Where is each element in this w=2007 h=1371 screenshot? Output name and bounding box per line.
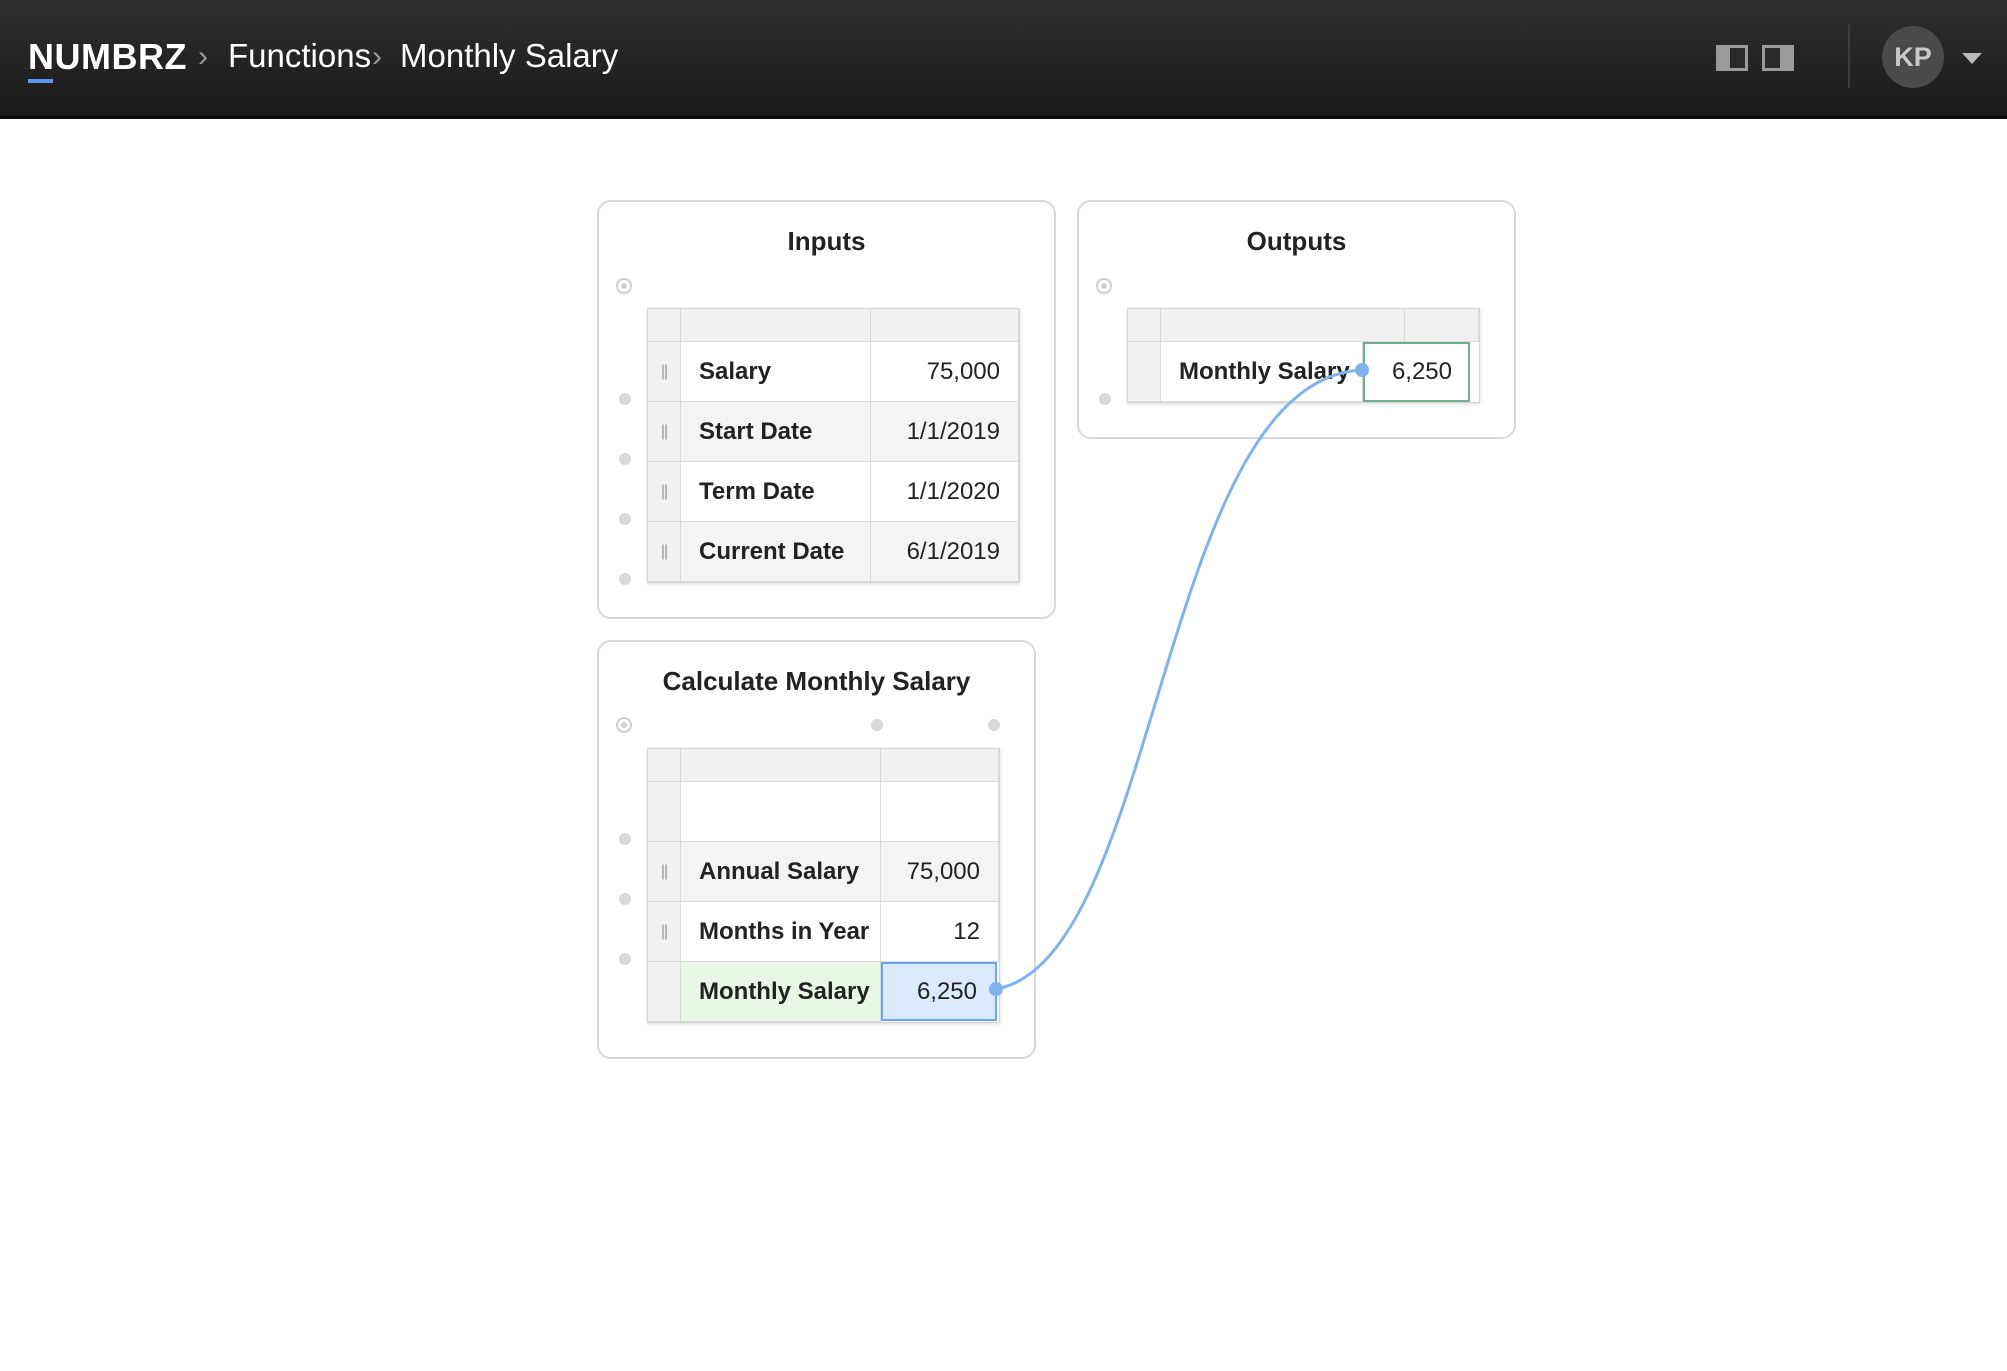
input-label-cell[interactable]: Salary xyxy=(681,342,871,402)
corner-header xyxy=(1128,309,1161,342)
row-connector[interactable] xyxy=(619,513,631,525)
calc-value-cell[interactable]: 12 xyxy=(881,902,999,962)
user-avatar[interactable]: KP xyxy=(1882,26,1944,88)
drag-handle-icon[interactable]: || xyxy=(648,522,681,582)
layout-left-panel-icon[interactable] xyxy=(1716,45,1748,71)
calculate-block[interactable]: Calculate Monthly Salary || Annual Salar… xyxy=(597,640,1036,1059)
drag-handle-icon[interactable]: || xyxy=(648,842,681,902)
row-connector[interactable] xyxy=(1099,393,1111,405)
column-header[interactable] xyxy=(681,749,881,782)
input-label-cell[interactable]: Term Date xyxy=(681,462,871,522)
input-value-cell[interactable]: 1/1/2020 xyxy=(871,462,1019,522)
input-label-cell[interactable]: Current Date xyxy=(681,522,871,582)
breadcrumb-functions[interactable]: Functions xyxy=(228,37,371,75)
calc-value-cell[interactable] xyxy=(881,782,999,842)
row-connector[interactable] xyxy=(619,393,631,405)
caret-down-icon[interactable] xyxy=(1962,53,1982,64)
column-header[interactable] xyxy=(1405,309,1479,342)
drag-handle-icon[interactable]: || xyxy=(648,342,681,402)
calc-label-cell[interactable]: Annual Salary xyxy=(681,842,881,902)
drag-handle-icon[interactable]: || xyxy=(648,462,681,522)
calc-value-cell[interactable]: 75,000 xyxy=(881,842,999,902)
block-title: Outputs xyxy=(1246,226,1347,256)
result-label-cell[interactable]: Monthly Salary xyxy=(681,962,881,1022)
outputs-block[interactable]: Outputs Monthly Salary 6,250 xyxy=(1077,200,1516,439)
toolbar-divider xyxy=(1848,24,1850,88)
column-connector[interactable] xyxy=(988,719,1000,731)
block-connector-icon[interactable] xyxy=(616,717,632,733)
chevron-right-icon: › xyxy=(198,40,208,73)
row-gutter xyxy=(648,782,681,842)
app-logo[interactable]: NUMBRZ xyxy=(28,36,187,78)
row-connector[interactable] xyxy=(619,953,631,965)
corner-header xyxy=(648,309,681,342)
output-value-cell[interactable]: 6,250 xyxy=(1363,342,1470,402)
block-connector-icon[interactable] xyxy=(1096,278,1112,294)
input-value-cell[interactable]: 6/1/2019 xyxy=(871,522,1019,582)
drag-handle-icon[interactable]: || xyxy=(648,402,681,462)
column-header[interactable] xyxy=(681,309,871,342)
layout-right-panel-icon[interactable] xyxy=(1762,45,1794,71)
row-gutter xyxy=(648,962,681,1022)
chevron-right-icon: › xyxy=(372,40,382,73)
inputs-block[interactable]: Inputs || Salary 75,000 || Start Date 1/… xyxy=(597,200,1056,619)
calc-label-cell[interactable]: Months in Year xyxy=(681,902,881,962)
row-connector[interactable] xyxy=(619,453,631,465)
corner-header xyxy=(648,749,681,782)
input-label-cell[interactable]: Start Date xyxy=(681,402,871,462)
logo-accent xyxy=(28,79,53,83)
inputs-table: || Salary 75,000 || Start Date 1/1/2019 … xyxy=(647,308,1020,583)
row-connector[interactable] xyxy=(619,833,631,845)
input-value-cell[interactable]: 75,000 xyxy=(871,342,1019,402)
column-header[interactable] xyxy=(1161,309,1405,342)
column-header[interactable] xyxy=(871,309,1019,342)
column-header[interactable] xyxy=(881,749,999,782)
block-title: Inputs xyxy=(787,226,866,256)
row-connector[interactable] xyxy=(619,573,631,585)
breadcrumb-current: Monthly Salary xyxy=(400,37,619,74)
calculation-table: || Annual Salary 75,000 || Months in Yea… xyxy=(647,748,1000,1023)
column-connector[interactable] xyxy=(871,719,883,731)
output-label-cell[interactable]: Monthly Salary xyxy=(1161,342,1363,402)
result-value-cell[interactable]: 6,250 xyxy=(881,962,997,1021)
top-bar: NUMBRZ › Functions › Monthly Salary KP xyxy=(0,0,2007,119)
input-value-cell[interactable]: 1/1/2019 xyxy=(871,402,1019,462)
drag-handle-icon[interactable]: || xyxy=(648,902,681,962)
calc-label-cell[interactable] xyxy=(681,782,881,842)
row-connector[interactable] xyxy=(619,893,631,905)
outputs-table: Monthly Salary 6,250 xyxy=(1127,308,1480,403)
block-connector-icon[interactable] xyxy=(616,278,632,294)
block-title: Calculate Monthly Salary xyxy=(662,666,971,696)
row-gutter xyxy=(1128,342,1161,402)
